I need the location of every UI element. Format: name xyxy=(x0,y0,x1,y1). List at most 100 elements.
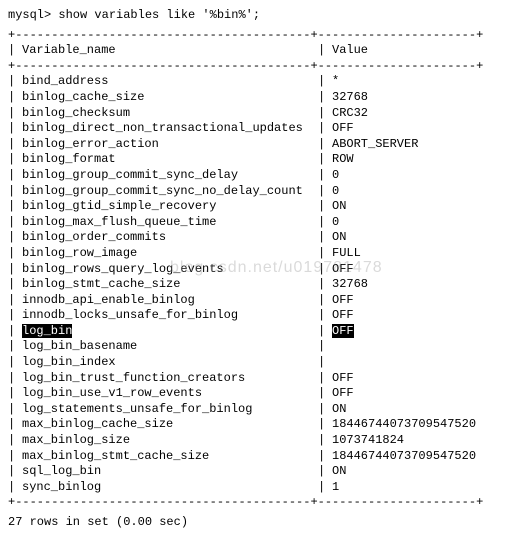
pipe: | xyxy=(8,90,22,106)
variable-name-cell: max_binlog_stmt_cache_size xyxy=(22,449,318,465)
variable-name-cell: bind_address xyxy=(22,74,318,90)
variable-name-cell: innodb_api_enable_binlog xyxy=(22,293,318,309)
variable-name-cell: binlog_max_flush_queue_time xyxy=(22,215,318,231)
pipe: | xyxy=(8,43,22,59)
table-row: | max_binlog_stmt_cache_size| 1844674407… xyxy=(8,449,510,465)
pipe: | xyxy=(8,339,22,355)
table-border-bottom: +---------------------------------------… xyxy=(8,495,510,511)
value-cell: * xyxy=(332,74,339,90)
pipe: | xyxy=(318,308,332,324)
variable-name-cell: binlog_format xyxy=(22,152,318,168)
value-cell: OFF xyxy=(332,308,354,324)
result-footer: 27 rows in set (0.00 sec) xyxy=(8,515,510,531)
variable-name-cell: log_bin_basename xyxy=(22,339,318,355)
value-cell: OFF xyxy=(332,293,354,309)
pipe: | xyxy=(318,168,332,184)
table-row: | log_bin_use_v1_row_events| OFF xyxy=(8,386,510,402)
header-variable-name: Variable_name xyxy=(22,43,318,59)
value-cell: OFF xyxy=(332,121,354,137)
variable-name-cell: log_statements_unsafe_for_binlog xyxy=(22,402,318,418)
pipe: | xyxy=(8,433,22,449)
pipe: | xyxy=(8,464,22,480)
variable-name-cell: log_bin_use_v1_row_events xyxy=(22,386,318,402)
table-row: | binlog_order_commits| ON xyxy=(8,230,510,246)
table-row: | binlog_checksum| CRC32 xyxy=(8,106,510,122)
table-row: | bind_address| * xyxy=(8,74,510,90)
table-row: | binlog_stmt_cache_size| 32768 xyxy=(8,277,510,293)
variable-name-cell: log_bin_trust_function_creators xyxy=(22,371,318,387)
pipe: | xyxy=(318,277,332,293)
value-cell: ROW xyxy=(332,152,354,168)
pipe: | xyxy=(318,199,332,215)
value-cell: 0 xyxy=(332,168,339,184)
variable-name-cell: log_bin_index xyxy=(22,355,318,371)
value-cell: OFF xyxy=(332,371,354,387)
table-row: | max_binlog_size| 1073741824 xyxy=(8,433,510,449)
pipe: | xyxy=(318,74,332,90)
variable-name-cell: binlog_gtid_simple_recovery xyxy=(22,199,318,215)
table-row: | binlog_row_image| FULL xyxy=(8,246,510,262)
value-cell: 1 xyxy=(332,480,339,496)
pipe: | xyxy=(8,199,22,215)
pipe: | xyxy=(318,90,332,106)
variable-name-cell: binlog_order_commits xyxy=(22,230,318,246)
pipe: | xyxy=(8,386,22,402)
table-row: | innodb_api_enable_binlog| OFF xyxy=(8,293,510,309)
table-body: | bind_address| *| binlog_cache_size| 32… xyxy=(8,74,510,495)
pipe: | xyxy=(318,417,332,433)
pipe: | xyxy=(8,152,22,168)
pipe: | xyxy=(8,402,22,418)
pipe: | xyxy=(8,324,22,340)
pipe: | xyxy=(8,417,22,433)
variable-name-cell: binlog_row_image xyxy=(22,246,318,262)
table-row: | binlog_cache_size| 32768 xyxy=(8,90,510,106)
header-value: Value xyxy=(332,43,368,59)
variable-name-cell: sql_log_bin xyxy=(22,464,318,480)
pipe: | xyxy=(8,277,22,293)
pipe: | xyxy=(318,152,332,168)
pipe: | xyxy=(8,106,22,122)
variable-name-cell: binlog_stmt_cache_size xyxy=(22,277,318,293)
table-row: | log_bin_index| xyxy=(8,355,510,371)
pipe: | xyxy=(8,355,22,371)
variable-name-cell: max_binlog_cache_size xyxy=(22,417,318,433)
pipe: | xyxy=(8,121,22,137)
value-cell: ABORT_SERVER xyxy=(332,137,418,153)
variable-name-cell: binlog_cache_size xyxy=(22,90,318,106)
pipe: | xyxy=(318,371,332,387)
table-row: | log_statements_unsafe_for_binlog| ON xyxy=(8,402,510,418)
variable-name-cell: binlog_direct_non_transactional_updates xyxy=(22,121,318,137)
value-cell: 32768 xyxy=(332,90,368,106)
table-row: | binlog_direct_non_transactional_update… xyxy=(8,121,510,137)
value-cell: ON xyxy=(332,464,346,480)
table-row: | binlog_rows_query_log_events| OFF xyxy=(8,262,510,278)
table-row: | max_binlog_cache_size| 184467440737095… xyxy=(8,417,510,433)
pipe: | xyxy=(318,262,332,278)
pipe: | xyxy=(8,184,22,200)
pipe: | xyxy=(318,215,332,231)
pipe: | xyxy=(8,74,22,90)
variable-name-cell: binlog_rows_query_log_events xyxy=(22,262,318,278)
variable-name-cell: innodb_locks_unsafe_for_binlog xyxy=(22,308,318,324)
variable-name-cell: sync_binlog xyxy=(22,480,318,496)
pipe: | xyxy=(318,355,332,371)
value-cell: 18446744073709547520 xyxy=(332,417,476,433)
pipe: | xyxy=(8,293,22,309)
table-row: | binlog_group_commit_sync_delay| 0 xyxy=(8,168,510,184)
pipe: | xyxy=(8,262,22,278)
value-cell: FULL xyxy=(332,246,361,262)
variable-name-cell: binlog_group_commit_sync_no_delay_count xyxy=(22,184,318,200)
variable-name-cell: log_bin xyxy=(22,324,318,340)
variable-name-cell: binlog_checksum xyxy=(22,106,318,122)
value-cell: OFF xyxy=(332,262,354,278)
pipe: | xyxy=(318,449,332,465)
mysql-prompt: mysql> show variables like '%bin%'; xyxy=(8,8,510,24)
pipe: | xyxy=(318,402,332,418)
pipe: | xyxy=(318,230,332,246)
table-row: | binlog_max_flush_queue_time| 0 xyxy=(8,215,510,231)
variable-name-cell: binlog_error_action xyxy=(22,137,318,153)
value-cell: 18446744073709547520 xyxy=(332,449,476,465)
value-cell: ON xyxy=(332,402,346,418)
pipe: | xyxy=(318,293,332,309)
value-cell: OFF xyxy=(332,324,354,340)
